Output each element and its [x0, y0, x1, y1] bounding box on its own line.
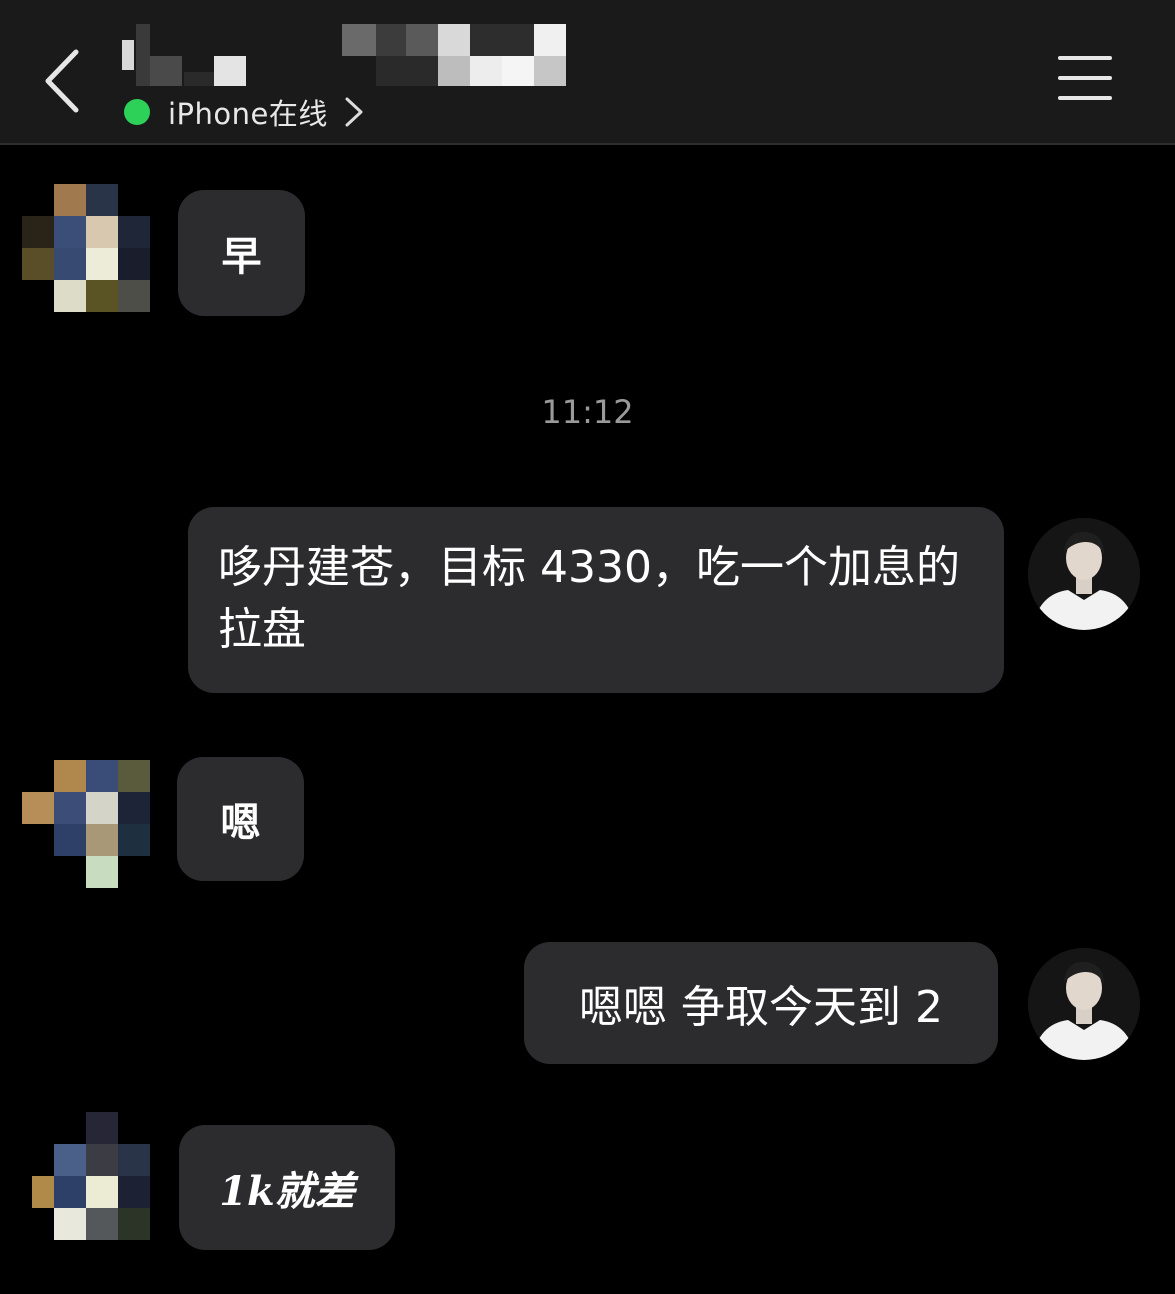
- message-text: 1k就差: [219, 1167, 355, 1215]
- online-status-text: iPhone在线: [168, 97, 328, 131]
- chevron-left-icon: [45, 49, 79, 113]
- message-bubble-contact[interactable]: 嗯: [177, 757, 304, 881]
- message-bubble-contact[interactable]: 早: [178, 190, 305, 316]
- contact-avatar[interactable]: [22, 184, 150, 312]
- message-bubble-contact[interactable]: 1k就差: [179, 1125, 395, 1250]
- contact-avatar[interactable]: [22, 760, 150, 888]
- contact-avatar[interactable]: [22, 1112, 150, 1240]
- message-text: 嗯嗯 争取今天到 2: [579, 982, 943, 1033]
- back-button[interactable]: [40, 46, 90, 116]
- self-avatar[interactable]: [1028, 518, 1140, 630]
- menu-button[interactable]: [1058, 56, 1114, 102]
- self-avatar[interactable]: [1028, 948, 1140, 1060]
- user-photo-icon: [1028, 948, 1140, 1060]
- chevron-right-icon: [345, 97, 363, 127]
- message-text: 哆丹建苍，目标 4330，吃一个加息的拉盘: [218, 542, 960, 655]
- chat-header: iPhone在线: [0, 0, 1175, 145]
- message-bubble-self[interactable]: 哆丹建苍，目标 4330，吃一个加息的拉盘: [188, 507, 1004, 693]
- message-text: 嗯: [220, 799, 261, 846]
- online-dot-icon: [124, 99, 150, 125]
- contact-name-pixelated: [122, 22, 582, 92]
- online-status[interactable]: iPhone在线: [124, 92, 366, 132]
- message-timestamp: 11:12: [541, 393, 634, 431]
- message-text: 早: [221, 233, 262, 280]
- message-bubble-self[interactable]: 嗯嗯 争取今天到 2: [524, 942, 998, 1064]
- user-photo-icon: [1028, 518, 1140, 630]
